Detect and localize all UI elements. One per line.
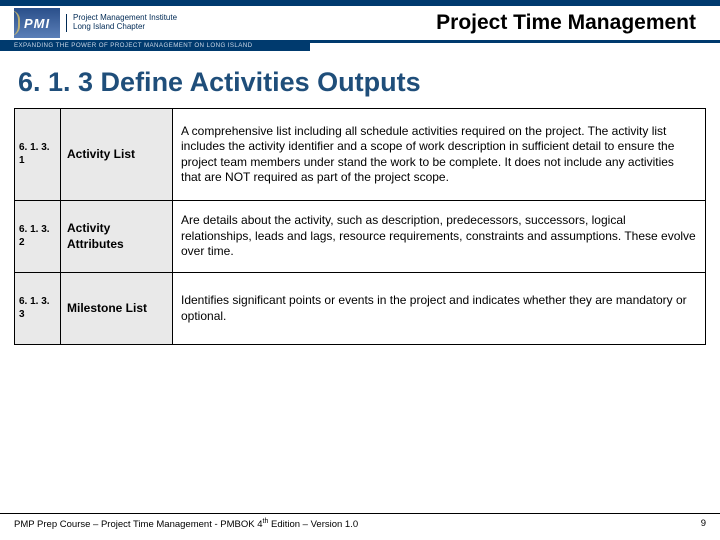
footer: PMP Prep Course – Project Time Managemen… [0, 513, 720, 530]
tagline-bar: Expanding the Power of Project Managemen… [0, 40, 310, 51]
row-name: Activity List [61, 109, 173, 201]
row-number: 6. 1. 3. 1 [15, 109, 61, 201]
page-number: 9 [701, 518, 706, 530]
org-text: Project Management Institute Long Island… [66, 14, 177, 32]
logo-swoosh [14, 10, 20, 36]
logo-block: PMI Project Management Institute Long Is… [0, 8, 177, 38]
table-row: 6. 1. 3. 3 Milestone List Identifies sig… [15, 273, 706, 345]
row-number: 6. 1. 3. 3 [15, 273, 61, 345]
slide-title: Project Time Management [436, 11, 710, 35]
section-title: 6. 1. 3 Define Activities Outputs [0, 43, 720, 108]
row-name: Milestone List [61, 273, 173, 345]
footer-left: PMP Prep Course – Project Time Managemen… [14, 518, 358, 530]
logo-text: PMI [24, 16, 50, 31]
row-desc: Identifies significant points or events … [173, 273, 706, 345]
table-row: 6. 1. 3. 2 Activity Attributes Are detai… [15, 201, 706, 273]
org-line2: Long Island Chapter [73, 23, 177, 32]
row-number: 6. 1. 3. 2 [15, 201, 61, 273]
header: PMI Project Management Institute Long Is… [0, 6, 720, 43]
row-name: Activity Attributes [61, 201, 173, 273]
row-desc: Are details about the activity, such as … [173, 201, 706, 273]
row-desc: A comprehensive list including all sched… [173, 109, 706, 201]
pmi-logo: PMI [14, 8, 60, 38]
outputs-table: 6. 1. 3. 1 Activity List A comprehensive… [14, 108, 706, 345]
table-row: 6. 1. 3. 1 Activity List A comprehensive… [15, 109, 706, 201]
